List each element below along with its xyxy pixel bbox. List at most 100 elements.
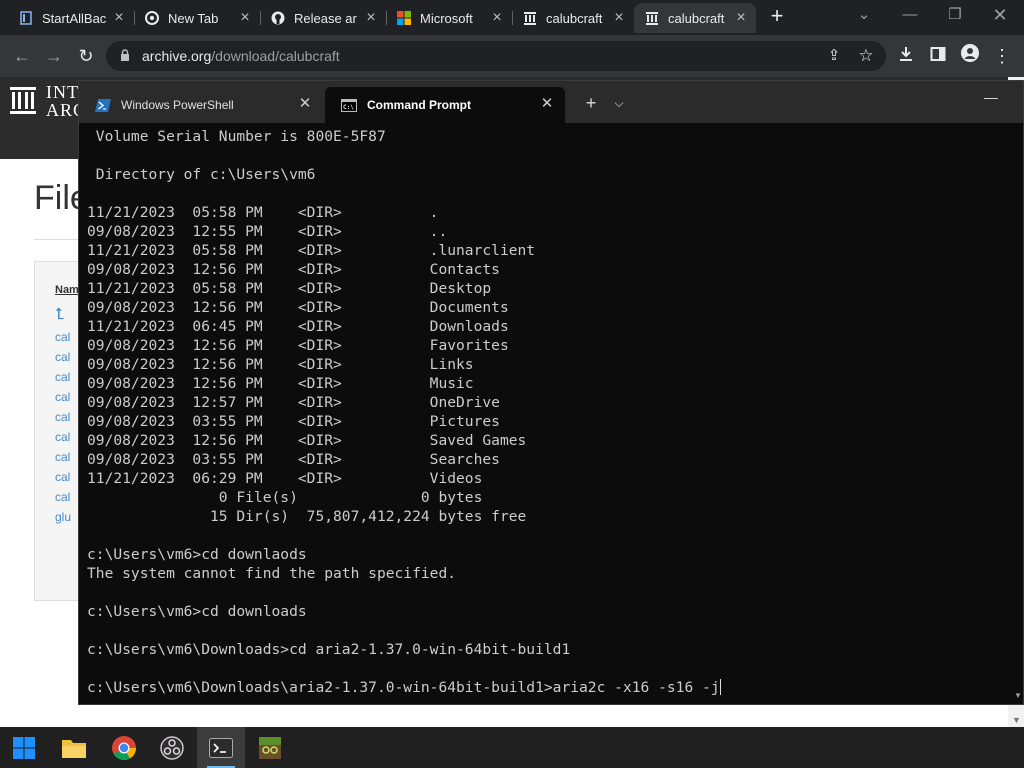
terminal-tab-command-prompt[interactable]: C:\ Command Prompt ✕ [325, 87, 565, 123]
terminal-line: c:\Users\vm6\Downloads\aria2-1.37.0-win-… [87, 679, 721, 696]
terminal-line: 11/21/2023 06:29 PM <DIR> Videos [87, 470, 483, 487]
browser-tab-title: Release ar [294, 10, 357, 26]
chrome-icon [144, 10, 160, 26]
file-link[interactable]: cal [55, 490, 70, 504]
restore-icon[interactable]: ❐ [935, 4, 975, 26]
powershell-icon [95, 98, 111, 112]
browser-tab[interactable]: StartAllBac × [8, 3, 135, 33]
close-tab-icon[interactable]: × [732, 9, 750, 27]
close-window-icon[interactable]: ✕ [980, 4, 1020, 26]
close-tab-icon[interactable]: ✕ [297, 96, 313, 112]
close-tab-icon[interactable]: ✕ [539, 96, 555, 112]
close-tab-icon[interactable]: × [610, 9, 628, 27]
terminal-line: 0 File(s) 0 bytes [87, 489, 483, 506]
scroll-down-arrow-icon[interactable]: ▼ [1013, 691, 1023, 700]
close-tab-icon[interactable]: × [110, 9, 128, 27]
new-terminal-tab-button[interactable]: + [581, 93, 601, 113]
file-link[interactable]: cal [55, 390, 70, 404]
minecraft-launcher-icon[interactable] [246, 727, 294, 768]
reload-icon[interactable]: ↻ [74, 44, 98, 68]
file-link[interactable]: cal [55, 410, 70, 424]
terminal-line: Volume Serial Number is 800E-5F87 [87, 128, 386, 145]
browser-tab-title: StartAllBac [42, 10, 107, 26]
close-tab-icon[interactable]: × [488, 9, 506, 27]
text-cursor [719, 679, 721, 695]
obs-icon[interactable] [148, 727, 196, 768]
chrome-icon[interactable] [100, 727, 148, 768]
minimize-icon[interactable]: — [890, 4, 930, 26]
back-arrow-icon[interactable]: ← [10, 44, 34, 68]
browser-tab[interactable]: Release ar × [260, 3, 387, 33]
taskbar [0, 727, 1024, 768]
close-tab-icon[interactable]: × [236, 9, 254, 27]
terminal-line: Directory of c:\Users\vm6 [87, 166, 316, 183]
side-panel-icon[interactable] [926, 44, 950, 68]
file-link[interactable]: cal [55, 470, 70, 484]
file-link[interactable]: cal [55, 370, 70, 384]
internet-archive-logo-icon[interactable] [10, 85, 36, 115]
terminal-line: 09/08/2023 12:56 PM <DIR> Music [87, 375, 474, 392]
terminal-tab-label: Command Prompt [367, 98, 472, 112]
chevron-down-icon[interactable]: ⌵ [609, 93, 629, 113]
terminal-line: The system cannot find the path specifie… [87, 565, 457, 582]
minimize-icon[interactable]: — [979, 87, 1003, 107]
terminal-output[interactable]: Volume Serial Number is 800E-5F87 Direct… [87, 127, 1007, 702]
terminal-line: c:\Users\vm6\Downloads>cd aria2-1.37.0-w… [87, 641, 571, 658]
cmd-icon: C:\ [341, 98, 357, 112]
file-link[interactable]: cal [55, 430, 70, 444]
terminal-line: 15 Dir(s) 75,807,412,224 bytes free [87, 508, 527, 525]
terminal-icon[interactable] [197, 727, 245, 768]
browser-tab-active[interactable]: calubcraft × [634, 3, 756, 33]
url-path: /download/calubcraft [211, 48, 340, 64]
terminal-line: 11/21/2023 05:58 PM <DIR> Desktop [87, 280, 492, 297]
tab-search-chevron-icon[interactable]: ⌄ [844, 4, 884, 26]
browser-tab[interactable]: calubcraft × [512, 3, 634, 33]
terminal-line: 09/08/2023 03:55 PM <DIR> Searches [87, 451, 500, 468]
terminal-line: 09/08/2023 03:55 PM <DIR> Pictures [87, 413, 500, 430]
doc-icon [18, 10, 34, 26]
share-icon[interactable]: ⇪ [822, 44, 846, 68]
terminal-line: 11/21/2023 05:58 PM <DIR> . [87, 204, 439, 221]
column-header-name[interactable]: Nam [55, 284, 79, 296]
terminal-line: 09/08/2023 12:55 PM <DIR> .. [87, 223, 448, 240]
terminal-line: 09/08/2023 12:56 PM <DIR> Contacts [87, 261, 500, 278]
terminal-line: 09/08/2023 12:56 PM <DIR> Documents [87, 299, 509, 316]
microsoft-icon [396, 10, 412, 26]
forward-arrow-icon[interactable]: → [42, 44, 66, 68]
terminal-line: 11/21/2023 05:58 PM <DIR> .lunarclient [87, 242, 536, 259]
browser-tab-title: Microsoft [420, 10, 473, 26]
file-explorer-icon[interactable] [50, 727, 98, 768]
terminal-tab-bar: Windows PowerShell ✕ C:\ Command Prompt … [79, 81, 1023, 123]
terminal-window: Windows PowerShell ✕ C:\ Command Prompt … [78, 80, 1024, 705]
address-bar[interactable]: archive.org/download/calubcraft [106, 41, 886, 71]
terminal-line: 09/08/2023 12:56 PM <DIR> Favorites [87, 337, 509, 354]
file-link[interactable]: glu [55, 510, 71, 524]
browser-tab[interactable]: Microsoft × [386, 3, 513, 33]
lock-icon [120, 48, 132, 64]
terminal-line: c:\Users\vm6>cd downloads [87, 603, 307, 620]
close-tab-icon[interactable]: × [362, 9, 380, 27]
file-link[interactable]: cal [55, 450, 70, 464]
archive-icon [522, 10, 538, 26]
browser-toolbar: ← → ↻ archive.org/download/calubcraft ⇪ … [0, 35, 1024, 77]
file-link[interactable]: cal [55, 350, 70, 364]
terminal-line: 11/21/2023 06:45 PM <DIR> Downloads [87, 318, 509, 335]
terminal-line: 09/08/2023 12:57 PM <DIR> OneDrive [87, 394, 500, 411]
windows-start-icon[interactable] [0, 727, 48, 768]
browser-tab[interactable]: New Tab × [134, 3, 261, 33]
url-host: archive.org [142, 48, 212, 64]
file-link[interactable]: cal [55, 330, 70, 344]
browser-tab-title: calubcraft [546, 10, 603, 26]
new-tab-button[interactable]: + [766, 5, 788, 28]
terminal-tab-powershell[interactable]: Windows PowerShell ✕ [79, 87, 323, 123]
parent-directory-icon[interactable]: ⮤ [55, 306, 64, 324]
browser-tab-title: New Tab [168, 10, 219, 26]
bookmark-star-icon[interactable]: ☆ [854, 44, 878, 68]
browser-tab-title: calubcraft [668, 10, 725, 26]
browser-tab-strip: StartAllBac × New Tab × Release ar × Mic… [0, 0, 1024, 35]
chrome-menu-icon[interactable]: ⋮ [990, 44, 1014, 68]
download-icon[interactable] [894, 44, 918, 68]
profile-avatar-icon[interactable] [958, 44, 982, 68]
terminal-line: 09/08/2023 12:56 PM <DIR> Links [87, 356, 474, 373]
scroll-down-arrow-icon[interactable]: ▼ [1012, 715, 1021, 725]
